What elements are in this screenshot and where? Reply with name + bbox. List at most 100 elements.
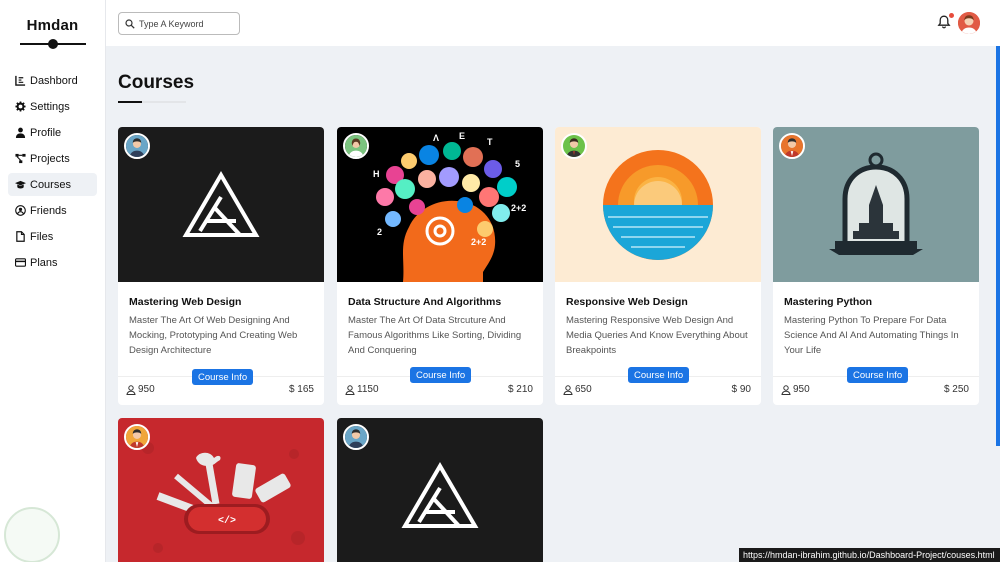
sidebar-nav: Dashbord Settings Profile Projects Cours… [0,69,105,274]
svg-text:2+2: 2+2 [511,203,526,213]
students-count-value: 950 [793,384,810,395]
course-info-button[interactable]: Course Info [410,367,472,383]
course-image: Λ E T H 2+2 2+2 2 5 [337,127,543,282]
sidebar-item-label: Friends [30,204,67,217]
gear-icon [15,101,26,112]
user-avatar[interactable] [958,12,980,34]
sidebar-item-label: Projects [30,152,70,165]
sidebar-item-courses[interactable]: Courses [8,173,97,196]
course-price: $ 210 [507,384,533,395]
course-info-button[interactable]: Course Info [628,367,690,383]
user-icon [781,384,791,395]
students-count-value: 950 [138,384,155,395]
course-image [118,127,324,282]
file-icon [16,231,25,242]
course-title[interactable]: Data Structure And Algorithms [348,296,501,308]
sidebar: Hmdan Dashbord Settings Profile Projects… [0,0,106,562]
course-card: Responsive Web Design Mastering Responsi… [555,127,761,405]
sidebar-item-dashboard[interactable]: Dashbord [8,69,97,92]
card-footer: 650 $ 90 [563,384,751,395]
course-card: </> [118,418,324,562]
course-card: Λ E T H 2+2 2+2 2 5 Data Structure And Algorit… [337,127,543,405]
sidebar-item-profile[interactable]: Profile [8,121,97,144]
svg-text:2+2: 2+2 [471,237,486,247]
svg-text:E: E [459,131,465,141]
students-count: 650 [563,384,592,395]
sidebar-item-projects[interactable]: Projects [8,147,97,170]
sidebar-item-label: Settings [30,100,70,113]
course-info-button[interactable]: Course Info [192,369,254,385]
user-icon [345,384,355,395]
course-description: Mastering Python To Prepare For Data Sci… [784,315,959,356]
card-footer: 950 $ 250 [781,384,969,395]
card-footer: 1150 $ 210 [345,384,533,395]
svg-text:Λ: Λ [433,133,439,143]
course-title[interactable]: Mastering Web Design [129,296,241,308]
instructor-avatar[interactable] [343,133,369,159]
instructor-avatar[interactable] [561,133,587,159]
course-price: $ 90 [731,384,751,395]
chart-icon [15,75,26,86]
course-price: $ 165 [288,384,314,395]
course-image [555,127,761,282]
friends-icon [15,205,26,216]
user-icon [126,384,136,395]
card-footer: 950 $ 165 [126,384,314,395]
notification-badge [949,13,954,18]
svg-text:5: 5 [515,159,520,169]
scrollbar[interactable] [996,46,1000,446]
course-price: $ 250 [943,384,969,395]
top-header [106,0,1000,46]
course-description: Master The Art Of Data Strcuture And Fam… [348,315,522,356]
search-box[interactable] [118,12,240,35]
course-image [337,418,543,562]
instructor-avatar-image [345,135,367,157]
sidebar-item-label: Plans [30,256,58,269]
course-description: Master The Art Of Web Designing And Mock… [129,315,298,356]
sidebar-item-label: Dashbord [30,74,78,87]
instructor-avatar-image [126,135,148,157]
instructor-avatar[interactable] [779,133,805,159]
students-count: 1150 [345,384,379,395]
watermark-logo [4,507,60,562]
user-icon [15,127,26,138]
brand-logo[interactable]: Hmdan [0,17,105,34]
instructor-avatar-image [781,135,803,157]
sidebar-item-label: Files [30,230,54,243]
search-input[interactable] [139,18,234,29]
course-image [773,127,979,282]
instructor-avatar[interactable] [124,424,150,450]
title-underline [118,101,186,103]
page-title: Courses [118,72,195,93]
instructor-avatar[interactable] [124,133,150,159]
course-card [337,418,543,562]
svg-text:T: T [487,137,493,147]
sidebar-item-files[interactable]: Files [8,225,97,248]
svg-text:</>: </> [218,515,236,527]
graduation-cap-icon [15,180,26,189]
course-title[interactable]: Mastering Python [784,296,872,308]
students-count-value: 1150 [357,384,379,395]
project-diagram-icon [15,153,26,164]
brand-underline [19,39,86,49]
course-description: Mastering Responsive Web Design And Medi… [566,315,748,356]
search-icon [125,18,135,29]
instructor-avatar[interactable] [343,424,369,450]
students-count: 950 [126,384,155,395]
avatar-image [958,12,980,34]
sidebar-item-label: Profile [30,126,62,139]
instructor-avatar-image [345,426,367,448]
svg-text:H: H [373,169,380,179]
course-title[interactable]: Responsive Web Design [566,296,688,308]
sidebar-item-friends[interactable]: Friends [8,199,97,222]
sidebar-item-label: Courses [30,178,71,191]
course-info-button[interactable]: Course Info [847,367,909,383]
course-image: </> [118,418,324,562]
sidebar-item-plans[interactable]: Plans [8,251,97,274]
course-card: Mastering Python Mastering Python To Pre… [773,127,979,405]
instructor-avatar-image [126,426,148,448]
sidebar-item-settings[interactable]: Settings [8,95,97,118]
students-count: 950 [781,384,810,395]
students-count-value: 650 [575,384,592,395]
svg-text:2: 2 [377,227,382,237]
